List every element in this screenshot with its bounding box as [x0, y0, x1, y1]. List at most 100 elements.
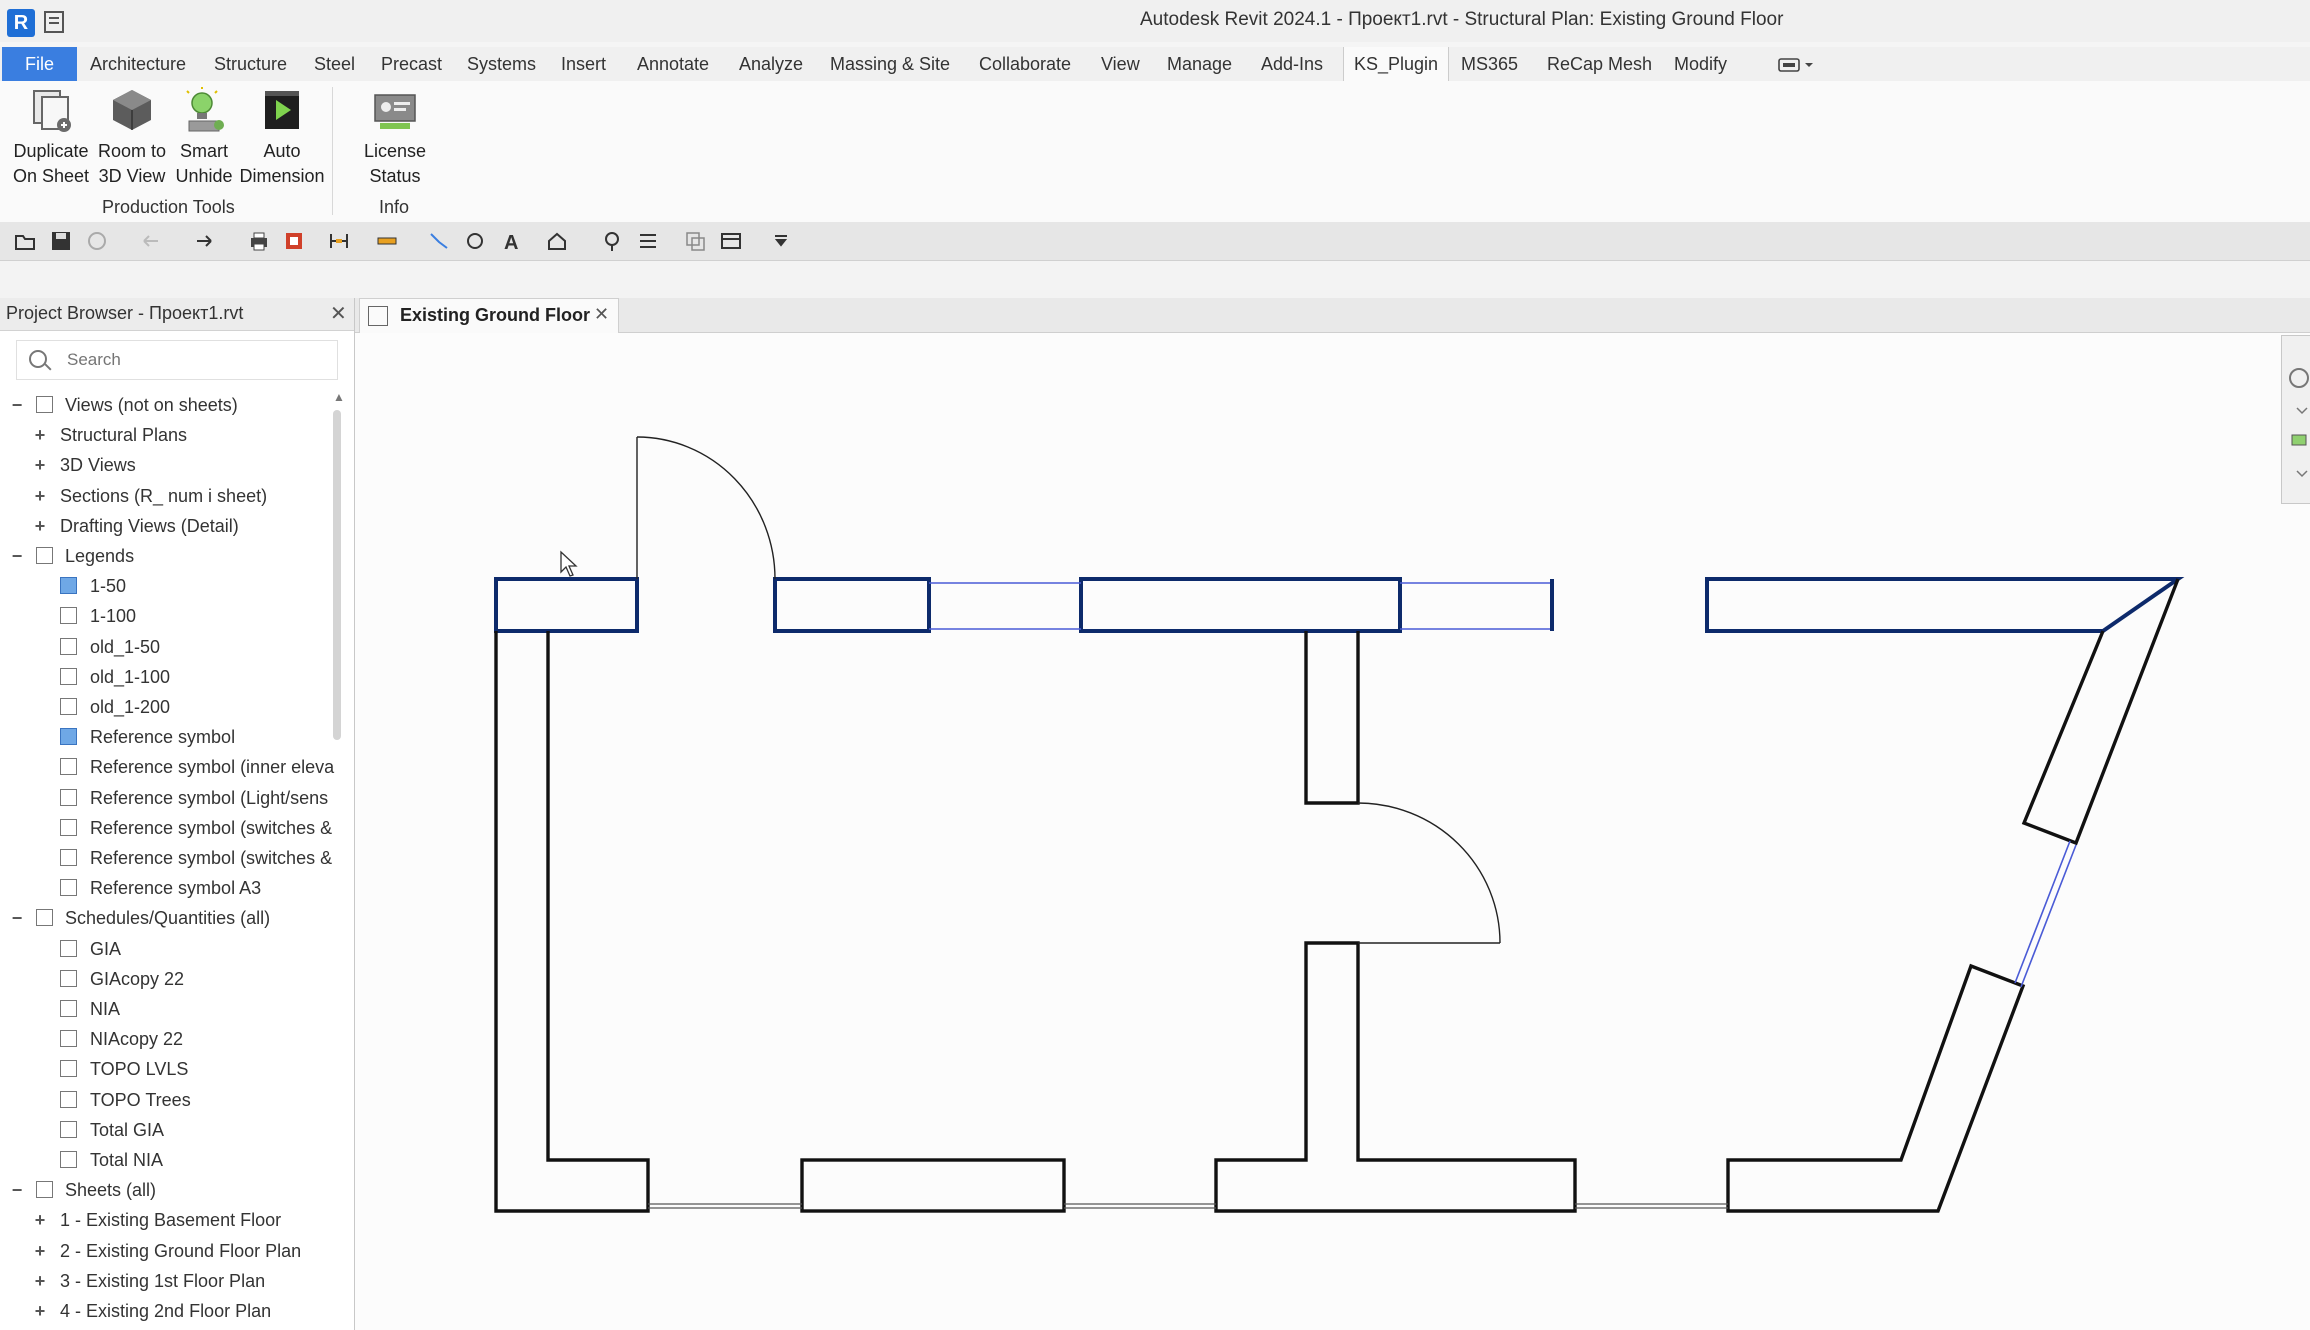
expand-icon[interactable]: + — [33, 1205, 47, 1235]
dimension-icon[interactable] — [376, 230, 398, 252]
duplicate-on-sheet-button[interactable]: Duplicate On Sheet — [8, 87, 94, 189]
tree-item[interactable]: Total GIA — [0, 1115, 330, 1145]
print-icon[interactable] — [248, 230, 270, 252]
tree-item[interactable]: Reference symbol — [0, 722, 330, 752]
switch-windows-icon[interactable] — [720, 230, 742, 252]
measure-icon[interactable] — [328, 230, 350, 252]
panel-toggle-icon[interactable] — [1778, 57, 1814, 78]
tab-precast[interactable]: Precast — [371, 47, 452, 81]
scroll-up-icon[interactable]: ▲ — [333, 390, 345, 404]
expand-icon[interactable]: + — [33, 511, 47, 541]
thin-lines-icon[interactable] — [637, 230, 659, 252]
close-icon[interactable]: ✕ — [330, 301, 347, 326]
tree-item[interactable]: − Views (not on sheets) — [0, 390, 330, 420]
tab-file[interactable]: File — [2, 47, 78, 81]
scrollbar-thumb[interactable] — [333, 410, 341, 740]
collapse-icon[interactable]: − — [10, 1175, 24, 1205]
tree-item[interactable]: GIAcopy 22 — [0, 964, 330, 994]
door-top[interactable] — [636, 436, 776, 580]
redo-icon[interactable] — [193, 230, 215, 252]
section-icon[interactable] — [601, 230, 623, 252]
tree-item[interactable]: − Legends — [0, 541, 330, 571]
tab-annotate[interactable]: Annotate — [627, 47, 719, 81]
smart-unhide-button[interactable]: Smart Unhide — [170, 87, 238, 189]
tab-existing-ground-floor[interactable]: Existing Ground Floor ✕ — [359, 298, 619, 333]
tab-systems[interactable]: Systems — [457, 47, 546, 81]
search-input[interactable] — [65, 347, 329, 373]
tree-item[interactable]: old_1-200 — [0, 692, 330, 722]
customize-toolbar-icon[interactable] — [770, 230, 792, 252]
tree-item[interactable]: GIA — [0, 934, 330, 964]
close-icon[interactable]: ✕ — [594, 304, 609, 325]
tree-item[interactable]: + Structural Plans — [0, 420, 330, 450]
tree-item[interactable]: TOPO LVLS — [0, 1054, 330, 1084]
export-icon[interactable] — [283, 230, 305, 252]
open-icon[interactable] — [14, 230, 36, 252]
document-icon[interactable] — [44, 11, 64, 33]
text-icon[interactable]: A — [500, 230, 522, 252]
tree-item[interactable]: old_1-50 — [0, 632, 330, 662]
walls[interactable] — [494, 578, 2180, 1213]
tree-item[interactable]: +4 - Existing 2nd Floor Plan — [0, 1296, 330, 1326]
floor-plan[interactable] — [355, 333, 2280, 1330]
license-status-button[interactable]: License Status — [337, 87, 453, 189]
tree-item[interactable]: NIA — [0, 994, 330, 1024]
tree-item[interactable]: Reference symbol A3 — [0, 873, 330, 903]
close-hidden-icon[interactable] — [684, 230, 706, 252]
spot-icon[interactable] — [428, 230, 450, 252]
tab-modify[interactable]: Modify — [1664, 47, 1737, 81]
tree-item[interactable]: − Schedules/Quantities (all) — [0, 903, 330, 933]
expand-icon[interactable]: + — [33, 1296, 47, 1326]
tree-item[interactable]: 1-50 — [0, 571, 330, 601]
tree-item[interactable]: Total NIA — [0, 1145, 330, 1175]
navigation-bar[interactable] — [2281, 335, 2310, 504]
tab-view[interactable]: View — [1091, 47, 1150, 81]
tab-ms365[interactable]: MS365 — [1451, 47, 1528, 81]
tree-item[interactable]: 1-100 — [0, 601, 330, 631]
tab-add-ins[interactable]: Add-Ins — [1251, 47, 1333, 81]
expand-icon[interactable]: + — [33, 420, 47, 450]
expand-icon[interactable]: + — [33, 1236, 47, 1266]
default-3d-icon[interactable] — [546, 230, 568, 252]
tree-item[interactable]: NIAcopy 22 — [0, 1024, 330, 1054]
tree-item[interactable]: Reference symbol (switches & — [0, 813, 332, 843]
tree-item[interactable]: − Sheets (all) — [0, 1175, 330, 1205]
tree-item[interactable]: +1 - Existing Basement Floor — [0, 1205, 330, 1235]
save-icon[interactable] — [50, 230, 72, 252]
tree-item[interactable]: TOPO Trees — [0, 1085, 330, 1115]
tab-steel[interactable]: Steel — [304, 47, 365, 81]
zoom-icon[interactable] — [2291, 434, 2307, 446]
expand-icon[interactable]: + — [33, 1266, 47, 1296]
tree-item[interactable]: Reference symbol (inner eleva — [0, 752, 334, 782]
tree-item[interactable]: +2 - Existing Ground Floor Plan — [0, 1236, 330, 1266]
tab-architecture[interactable]: Architecture — [80, 47, 196, 81]
sync-icon[interactable] — [86, 230, 108, 252]
expand-icon[interactable]: + — [33, 450, 47, 480]
top-wall[interactable] — [494, 577, 2185, 633]
steering-wheel-icon[interactable] — [2289, 368, 2309, 388]
tab-structure[interactable]: Structure — [204, 47, 297, 81]
revit-logo-icon[interactable]: R — [7, 9, 35, 37]
tab-massing-site[interactable]: Massing & Site — [820, 47, 960, 81]
tree-item[interactable]: old_1-100 — [0, 662, 330, 692]
tree-item[interactable]: + Drafting Views (Detail) — [0, 511, 330, 541]
tag-icon[interactable] — [464, 230, 486, 252]
tab-insert[interactable]: Insert — [551, 47, 616, 81]
collapse-icon[interactable]: − — [10, 903, 24, 933]
tree-item[interactable]: Reference symbol (Light/sens — [0, 783, 330, 813]
auto-dimension-button[interactable]: Auto Dimension — [237, 87, 327, 189]
tree-item[interactable]: + Sections (R_ num i sheet) — [0, 481, 330, 511]
collapse-icon[interactable]: − — [10, 541, 24, 571]
collapse-icon[interactable]: − — [10, 390, 24, 420]
tree-item[interactable]: +3 - Existing 1st Floor Plan — [0, 1266, 330, 1296]
browser-scrollbar[interactable]: ▲ — [333, 390, 345, 1040]
tree-item[interactable]: +3D Views — [0, 450, 330, 480]
tab-ks-plugin[interactable]: KS_Plugin — [1343, 47, 1450, 81]
undo-icon[interactable] — [140, 230, 162, 252]
tab-analyze[interactable]: Analyze — [729, 47, 813, 81]
tab-collaborate[interactable]: Collaborate — [969, 47, 1081, 81]
tree-item[interactable]: Reference symbol (switches & — [0, 843, 332, 873]
tab-recap-mesh[interactable]: ReCap Mesh — [1537, 47, 1662, 81]
search-box[interactable] — [16, 340, 338, 380]
tab-manage[interactable]: Manage — [1157, 47, 1242, 81]
